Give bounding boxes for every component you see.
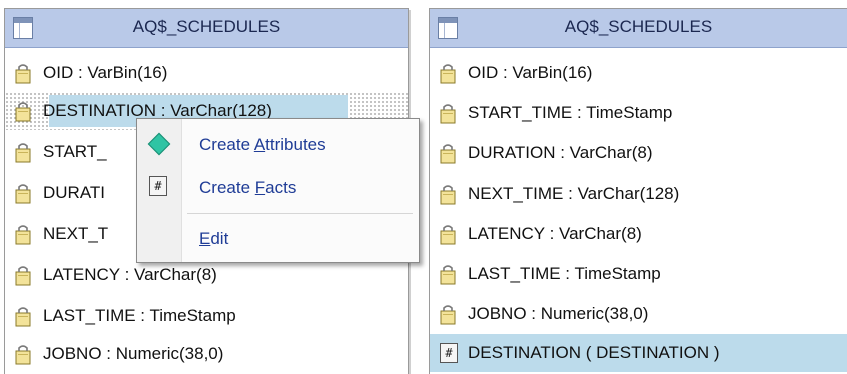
column-label: LAST_TIME : TimeStamp xyxy=(468,264,661,283)
attribute-icon xyxy=(440,185,456,205)
attribute-icon xyxy=(15,143,31,163)
table-row[interactable]: OID : VarBin(16) xyxy=(5,54,408,92)
table-row[interactable]: DURATION : VarChar(8) xyxy=(430,134,847,172)
table-row[interactable]: LAST_TIME : TimeStamp xyxy=(5,297,408,335)
right-table-panel: AQ$_SCHEDULES OID : VarBin(16) START_TIM… xyxy=(429,8,847,374)
attribute-icon xyxy=(440,64,456,84)
attribute-icon xyxy=(440,104,456,124)
attribute-icon xyxy=(15,225,31,245)
table-row[interactable]: START_TIME : TimeStamp xyxy=(430,94,847,132)
table-row[interactable]: JOBNO : Numeric(38,0) xyxy=(5,335,408,373)
column-label: START_ xyxy=(43,142,107,161)
diamond-icon xyxy=(147,132,171,156)
table-row-fact[interactable]: # DESTINATION ( DESTINATION ) xyxy=(430,334,847,372)
column-label: DURATION : VarChar(8) xyxy=(468,143,653,162)
table-row[interactable]: LATENCY : VarChar(8) xyxy=(430,215,847,253)
column-label: NEXT_TIME : VarChar(128) xyxy=(468,184,680,203)
menu-item-label: Create Attributes xyxy=(199,135,326,154)
fact-icon: # xyxy=(440,343,458,363)
column-label: OID : VarBin(16) xyxy=(43,63,168,82)
attribute-icon xyxy=(15,345,31,365)
attribute-icon xyxy=(440,144,456,164)
column-label: JOBNO : Numeric(38,0) xyxy=(468,304,649,323)
menu-item-label: Edit xyxy=(199,229,229,248)
menu-item-create-facts[interactable]: # Create Facts xyxy=(137,170,419,206)
right-table-title: AQ$_SCHEDULES xyxy=(564,17,713,36)
table-row[interactable]: OID : VarBin(16) xyxy=(430,54,847,92)
menu-item-label: Create Facts xyxy=(199,178,297,197)
column-label: DESTINATION ( DESTINATION ) xyxy=(468,343,720,362)
attribute-icon xyxy=(15,102,31,122)
context-menu: Create Attributes # Create Facts Edit xyxy=(136,118,420,263)
fact-icon: # xyxy=(149,176,167,196)
attribute-icon xyxy=(15,64,31,84)
menu-separator xyxy=(187,213,413,214)
right-table-header[interactable]: AQ$_SCHEDULES xyxy=(430,9,847,48)
table-row[interactable]: JOBNO : Numeric(38,0) xyxy=(430,295,847,333)
column-label: OID : VarBin(16) xyxy=(468,63,593,82)
column-label: LAST_TIME : TimeStamp xyxy=(43,306,236,325)
attribute-icon xyxy=(440,225,456,245)
attribute-icon xyxy=(440,305,456,325)
table-row[interactable]: LAST_TIME : TimeStamp xyxy=(430,255,847,293)
column-label: LATENCY : VarChar(8) xyxy=(468,224,642,243)
column-label: JOBNO : Numeric(38,0) xyxy=(43,344,224,363)
column-label: NEXT_T xyxy=(43,224,109,243)
menu-item-edit[interactable]: Edit xyxy=(137,221,419,257)
column-label: LATENCY : VarChar(8) xyxy=(43,265,217,284)
menu-item-create-attributes[interactable]: Create Attributes xyxy=(137,127,419,163)
attribute-icon xyxy=(15,184,31,204)
attribute-icon xyxy=(440,265,456,285)
table-row[interactable]: NEXT_TIME : VarChar(128) xyxy=(430,175,847,213)
left-table-header[interactable]: AQ$_SCHEDULES xyxy=(5,9,408,48)
column-label: DURATI xyxy=(43,183,106,202)
attribute-icon xyxy=(15,307,31,327)
attribute-icon xyxy=(15,266,31,286)
left-table-title: AQ$_SCHEDULES xyxy=(132,17,281,36)
column-label: START_TIME : TimeStamp xyxy=(468,103,673,122)
